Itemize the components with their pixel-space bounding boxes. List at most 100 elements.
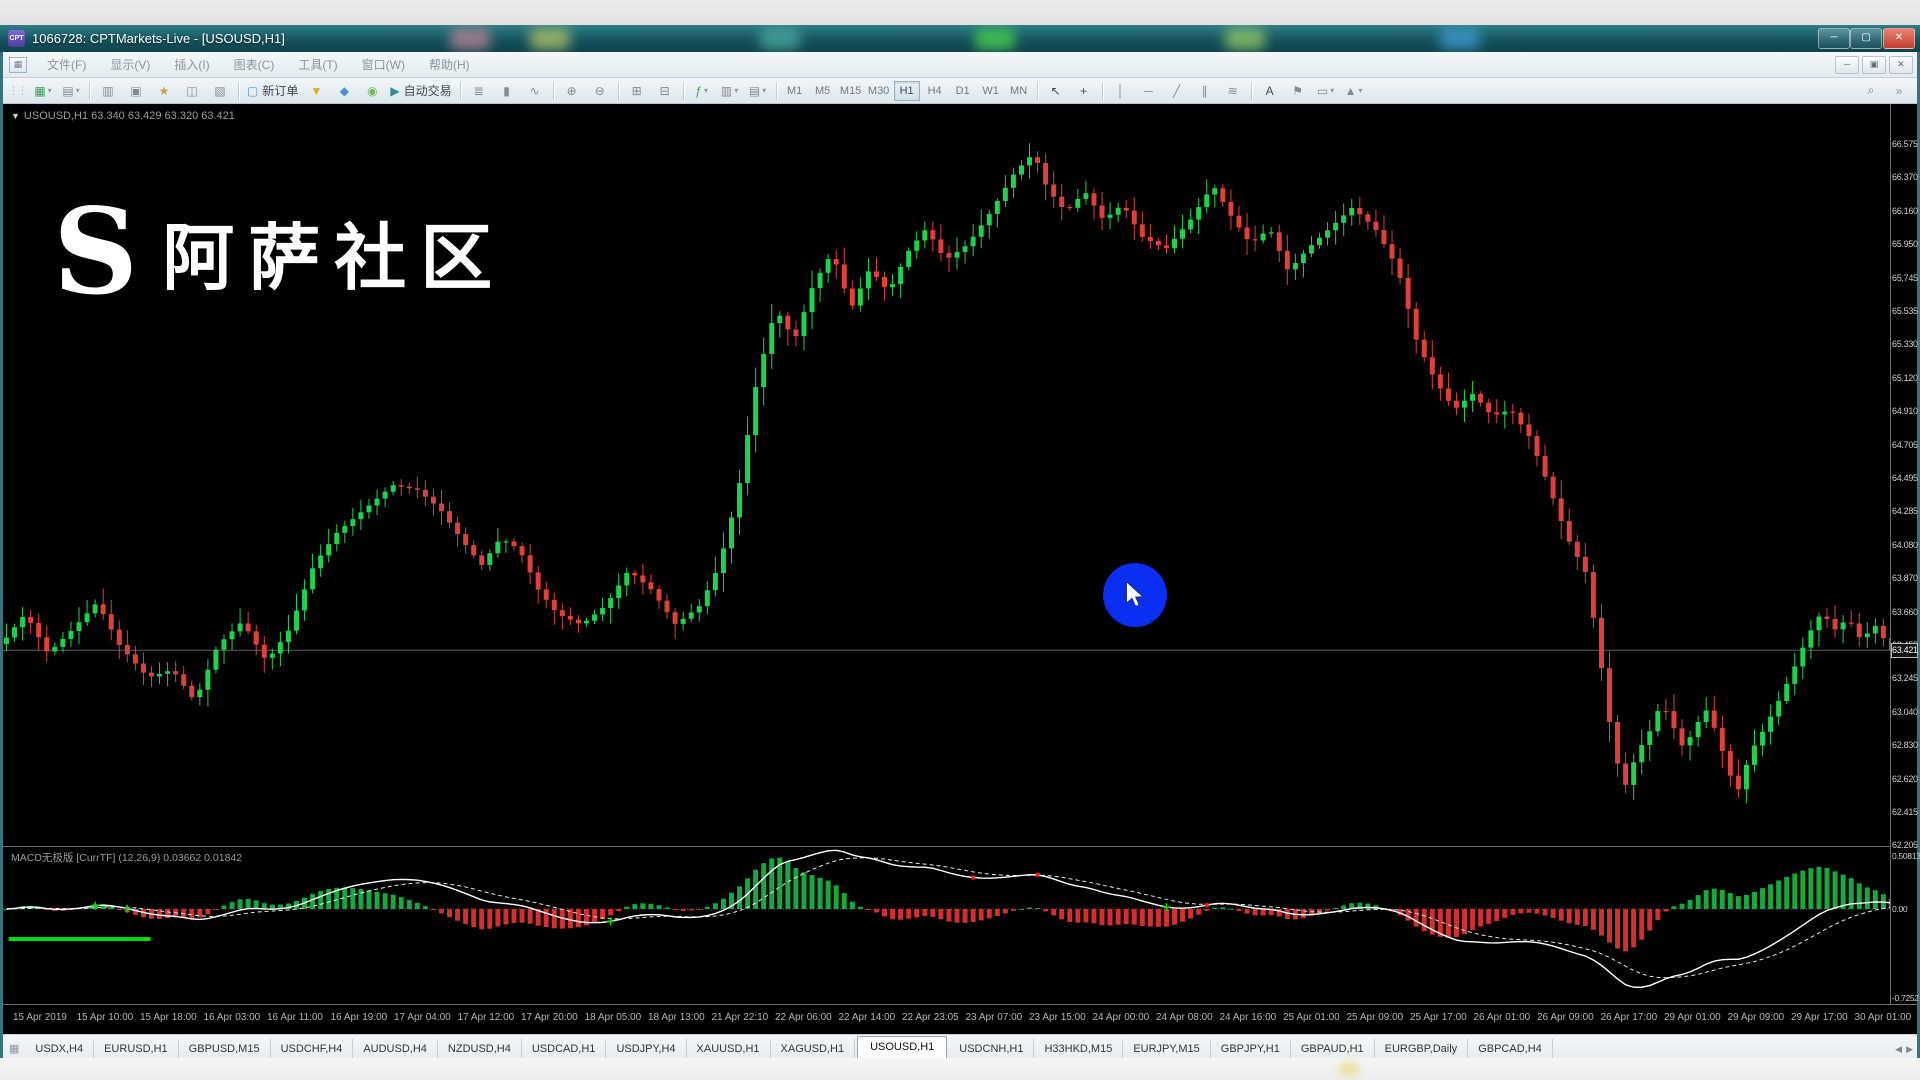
chart-window[interactable]: ▼USOUSD,H1 63.340 63.429 63.320 63.421 S… [3,104,1917,1034]
menu-item-insert[interactable]: 插入(I) [162,53,221,76]
menu-item-view[interactable]: 显示(V) [98,53,162,76]
maximize-button[interactable]: ▢ [1850,28,1882,49]
zoom-out-button[interactable]: ⊖ [587,80,613,102]
menu-item-help[interactable]: 帮助(H) [417,53,482,76]
timeframe-mn-button[interactable]: MN [1006,81,1032,101]
chart-ohlc-header: ▼USOUSD,H1 63.340 63.429 63.320 63.421 [11,110,235,122]
chevron-down-icon[interactable]: ▾ [704,86,708,95]
market-watch-button[interactable]: ▥ [95,80,121,102]
minimize-button[interactable]: ─ [1818,28,1850,49]
shapes-button[interactable]: ▭▾ [1313,80,1339,102]
indicators-button[interactable]: ƒ▾ [689,80,715,102]
child-minimize-button[interactable]: ─ [1835,56,1859,74]
chart-bars-button[interactable]: ≣ [466,80,492,102]
collapse-triangle-icon[interactable]: ▼ [11,111,20,121]
macd-indicator-pane[interactable] [3,847,1896,1003]
toolbar-draw-group: ↖+ │─╱∥≋ A⚑▭▾▲▾ [1033,80,1368,102]
profiles-button[interactable]: ▤▾ [58,80,84,102]
symbol-tab-gbpjpy[interactable]: GBPJPY,H1 [1211,1039,1291,1060]
tab-scroll-right-icon[interactable]: ▶ [1906,1044,1913,1055]
symbol-tab-h33hkd[interactable]: H33HKD,M15 [1034,1039,1123,1060]
signals-button[interactable]: ◉ [359,80,385,102]
data-window-button[interactable]: ▣ [123,80,149,102]
chevron-down-icon[interactable]: ▾ [1330,86,1334,95]
symbol-tab-usdjpy[interactable]: USDJPY,H4 [606,1039,686,1060]
equidistant-channel-button[interactable]: ∥ [1192,80,1218,102]
fibonacci-button[interactable]: ≋ [1220,80,1246,102]
symbol-tab-xagusd[interactable]: XAGUSD,H1 [771,1039,856,1060]
symbol-tab-usdx[interactable]: USDX,H4 [25,1039,94,1060]
tab-list-icon[interactable]: ▦ [9,1042,19,1055]
new-order-button[interactable]: ▢新订单 [244,80,301,102]
tab-scroll-left-icon[interactable]: ◀ [1895,1044,1902,1055]
menu-item-tools[interactable]: 工具(T) [286,53,349,76]
navigator-button[interactable]: ★ [151,80,177,102]
chart-menu-icon[interactable]: ▦ [9,57,27,73]
indicator-funnel-button[interactable]: ▼ [303,80,329,102]
chart-candles-button[interactable]: ▮ [494,80,520,102]
zoom-in-button[interactable]: ⊕ [559,80,585,102]
timeframe-m30-button[interactable]: M30 [866,81,892,101]
symbol-tab-nzdusd[interactable]: NZDUSD,H4 [438,1039,522,1060]
text-button[interactable]: A [1257,80,1283,102]
metaeditor-button[interactable]: ◆ [331,80,357,102]
symbol-tab-eurgbp[interactable]: EURGBP,Daily [1375,1039,1469,1060]
tile-windows-button[interactable]: ⊟ [652,80,678,102]
time-axis[interactable]: 15 Apr 201915 Apr 10:0015 Apr 18:0016 Ap… [3,1005,1917,1034]
chart-line-button[interactable]: ∿ [522,80,548,102]
price-tick-label: 62.205 [1892,840,1918,850]
horizontal-line-button[interactable]: ─ [1136,80,1162,102]
symbol-tab-eurjpy[interactable]: EURJPY,M15 [1123,1039,1210,1060]
autotrading-button[interactable]: ▶自动交易 [387,80,454,102]
menu-item-charts[interactable]: 图表(C) [222,53,287,76]
templates-button[interactable]: ▤▾ [745,80,771,102]
trendline-button[interactable]: ╱ [1164,80,1190,102]
cursor-button[interactable]: ↖ [1043,80,1069,102]
arrows-button[interactable]: ▲▾ [1341,80,1367,102]
terminal-button[interactable]: ◫ [179,80,205,102]
chevron-down-icon[interactable]: ▾ [762,86,766,95]
symbol-tab-usdcad[interactable]: USDCAD,H1 [522,1039,607,1060]
periods-button[interactable]: ▥▾ [717,80,743,102]
chevron-down-icon[interactable]: ▾ [734,86,738,95]
symbol-tab-gbpaud[interactable]: GBPAUD,H1 [1291,1039,1375,1060]
toolbar-overflow-button[interactable]: » [1886,80,1912,102]
crosshair-button[interactable]: + [1071,80,1097,102]
timeframe-m15-button[interactable]: M15 [838,81,864,101]
taskbar-glow [530,28,570,50]
child-close-button[interactable]: ✕ [1889,56,1913,74]
timeframe-d1-button[interactable]: D1 [950,81,976,101]
navigator-icon: ★ [159,84,170,98]
close-button[interactable]: ✕ [1883,28,1915,49]
search-button[interactable]: ⌕ [1858,80,1884,102]
price-tick-label: 66.160 [1892,206,1918,216]
title-bar[interactable]: CPT 1066728: CPTMarkets-Live - [USOUSD,H… [0,25,1920,52]
symbol-tab-usdchf[interactable]: USDCHF,H4 [271,1039,354,1060]
symbol-tab-audusd[interactable]: AUDUSD,H4 [353,1039,438,1060]
symbol-tab-gbpcad[interactable]: GBPCAD,H4 [1468,1039,1553,1060]
timeframe-w1-button[interactable]: W1 [978,81,1004,101]
toolbar-grip[interactable]: ⋮⋮ [8,84,26,97]
time-tick-label: 24 Apr 16:00 [1220,1012,1277,1023]
symbol-tab-gbpusd[interactable]: GBPUSD,M15 [179,1039,271,1060]
timeframe-h4-button[interactable]: H4 [922,81,948,101]
chevron-down-icon[interactable]: ▾ [76,86,80,95]
menu-item-window[interactable]: 窗口(W) [350,53,417,76]
child-restore-button[interactable]: ▣ [1862,56,1886,74]
auto-arrange-button[interactable]: ⊞ [624,80,650,102]
symbol-tab-usousd[interactable]: USOUSD,H1 [857,1036,947,1060]
price-axis[interactable]: 66.57566.37066.16065.95065.74565.53565.3… [1890,104,1917,1004]
vertical-line-button[interactable]: │ [1108,80,1134,102]
strategy-tester-button[interactable]: ▧ [207,80,233,102]
symbol-tab-xauusd[interactable]: XAUUSD,H1 [687,1039,771,1060]
text-label-button[interactable]: ⚑ [1285,80,1311,102]
timeframe-m5-button[interactable]: M5 [810,81,836,101]
symbol-tab-usdcnh[interactable]: USDCNH,H1 [949,1039,1034,1060]
chevron-down-icon[interactable]: ▾ [48,86,52,95]
chevron-down-icon[interactable]: ▾ [1359,86,1363,95]
symbol-tab-eurusd[interactable]: EURUSD,H1 [94,1039,179,1060]
menu-item-file[interactable]: 文件(F) [35,53,98,76]
new-chart-button[interactable]: ▦▾ [30,80,56,102]
timeframe-h1-button[interactable]: H1 [894,81,920,101]
timeframe-m1-button[interactable]: M1 [782,81,808,101]
